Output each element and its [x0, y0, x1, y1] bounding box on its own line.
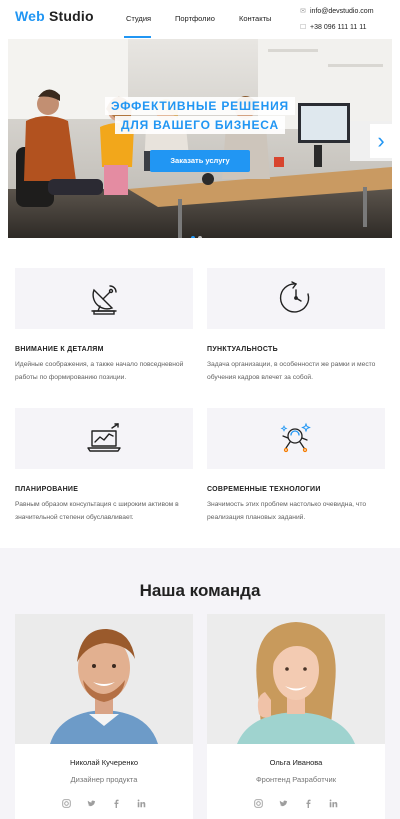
team-card: Николай Кучеренко Дизайнер продукта	[15, 614, 193, 819]
instagram-icon[interactable]	[254, 799, 263, 808]
hero-title-line-2: ДЛЯ ВАШЕГО БИЗНЕСА	[115, 116, 285, 134]
phone-icon: ☐	[300, 24, 307, 31]
feature-title: ВНИМАНИЕ К ДЕТАЛЯМ	[15, 346, 104, 353]
nav-item-contacts[interactable]: Контакты	[239, 14, 271, 23]
member-name: Ольга Иванова	[269, 758, 323, 767]
linkedin-icon[interactable]	[137, 799, 146, 808]
facebook-icon[interactable]	[112, 799, 121, 809]
hero-title-line-1: ЭФФЕКТИВНЫЕ РЕШЕНИЯ	[105, 97, 295, 115]
member-name: Николай Кучеренко	[69, 758, 139, 767]
feature-text: Задача организации, в особенности же рам…	[207, 361, 376, 381]
slider-dots	[191, 227, 205, 238]
hero-slider: ЭФФЕКТИВНЫЕ РЕШЕНИЯ ДЛЯ ВАШЕГО БИЗНЕСА З…	[8, 39, 392, 238]
member-photo	[15, 614, 193, 744]
feature-title: СОВРЕМЕННЫЕ ТЕХНОЛОГИИ	[207, 486, 321, 493]
twitter-icon[interactable]	[279, 799, 288, 808]
feature-text: Идейные соображения, а также начало повс…	[15, 361, 184, 381]
avatar	[207, 614, 385, 744]
feature-icon-box	[15, 268, 193, 329]
mail-icon: ✉	[300, 8, 306, 15]
feature-title: ПЛАНИРОВАНИЕ	[15, 486, 79, 493]
feature-punctuality: ПУНКТУАЛЬНОСТЬ Задача организации, в осо…	[207, 268, 385, 384]
slider-dot-1[interactable]	[191, 236, 195, 238]
linkedin-icon[interactable]	[329, 799, 338, 808]
nav-item-studio[interactable]: Студия	[126, 14, 151, 23]
feature-planning: ПЛАНИРОВАНИЕ Равным образом консультация…	[15, 408, 193, 524]
team-card: Ольга Иванова Фронтенд Разработчик	[207, 614, 385, 819]
logo-accent: Web	[15, 8, 45, 24]
feature-icon-box	[207, 268, 385, 329]
twitter-icon[interactable]	[87, 799, 96, 808]
nav-item-portfolio[interactable]: Портфолио	[175, 14, 215, 23]
feature-attention-to-detail: ВНИМАНИЕ К ДЕТАЛЯМ Идейные соображения, …	[15, 268, 193, 384]
team-title: Наша команда	[139, 581, 261, 600]
logo[interactable]: Web Studio	[15, 8, 94, 24]
team-section: Наша команда Николай Кучеренко Дизайнер …	[0, 548, 400, 819]
feature-icon-box	[207, 408, 385, 469]
hero-title-line-2-wrap: ДЛЯ ВАШЕГО БИЗНЕСА	[8, 116, 392, 134]
slider-dot-2[interactable]	[198, 236, 202, 238]
feature-title: ПУНКТУАЛЬНОСТЬ	[207, 346, 278, 353]
phone-text: +38 096 111 11 11	[310, 24, 367, 31]
instagram-icon[interactable]	[62, 799, 71, 808]
avatar	[15, 614, 193, 744]
member-role: Дизайнер продукта	[70, 775, 138, 784]
laptop-chart-icon	[87, 423, 121, 452]
nav-active-underline	[124, 36, 151, 38]
hero-title-line-1-wrap: ЭФФЕКТИВНЫЕ РЕШЕНИЯ	[8, 97, 392, 115]
feature-icon-box	[15, 408, 193, 469]
site-header: Web Studio Студия Портфолио Контакты ✉ in…	[0, 0, 400, 39]
member-socials	[15, 795, 193, 813]
feature-modern-technologies: СОВРЕМЕННЫЕ ТЕХНОЛОГИИ Значимость этих п…	[207, 408, 385, 524]
phone-contact[interactable]: ☐ +38 096 111 11 11	[300, 23, 367, 31]
hero-office-photo	[8, 39, 392, 238]
facebook-icon[interactable]	[304, 799, 313, 809]
member-socials	[207, 795, 385, 813]
feature-text: Равным образом консультация с широким ак…	[15, 501, 179, 521]
order-service-button[interactable]: Заказать услугу	[150, 150, 250, 172]
astronaut-icon	[280, 422, 311, 453]
satellite-dish-icon	[91, 285, 117, 315]
member-photo	[207, 614, 385, 744]
clock-icon	[279, 281, 310, 313]
member-role: Фронтенд Разработчик	[255, 775, 337, 784]
email-contact[interactable]: ✉ info@devstudio.com	[300, 7, 374, 15]
logo-text: Studio	[49, 8, 94, 24]
slider-next-arrow-icon[interactable]: ›	[370, 124, 392, 158]
email-text: info@devstudio.com	[310, 8, 374, 15]
feature-text: Значимость этих проблем настолько очевид…	[207, 501, 367, 521]
